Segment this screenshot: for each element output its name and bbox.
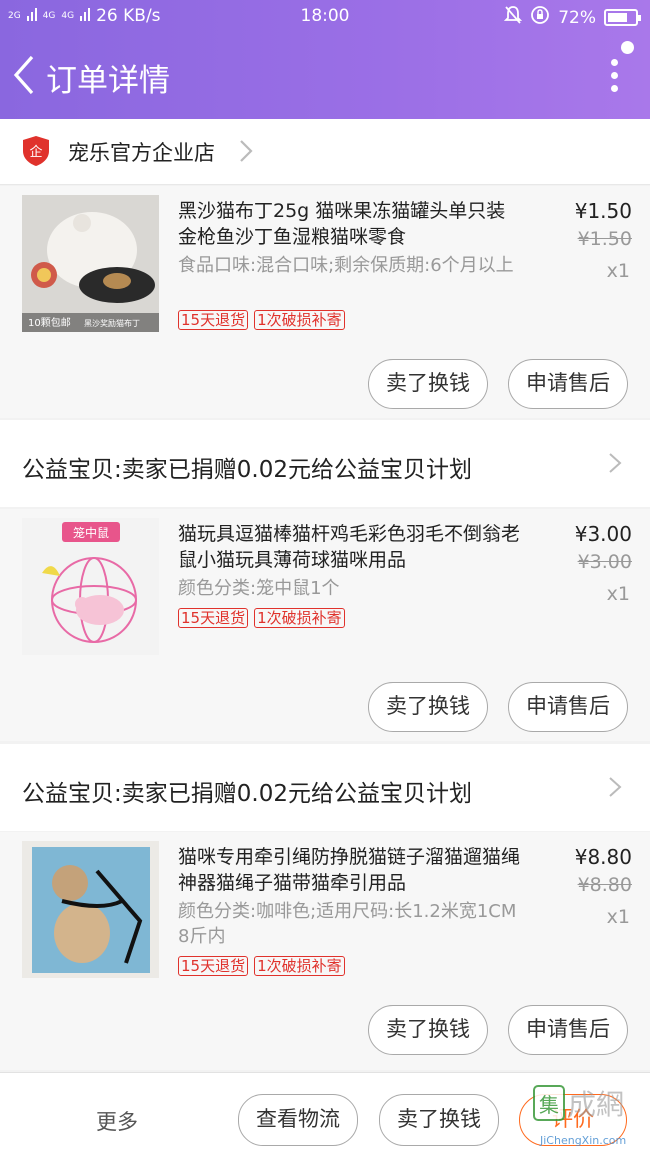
- product-sku: 食品口味:混合口味;剩余保质期:6个月以上: [178, 255, 514, 276]
- product-price: ¥8.80: [574, 845, 632, 869]
- store-name: 宠乐官方企业店: [68, 141, 215, 165]
- product-sku: 颜色分类:咖啡色;适用尺码:长1.2米宽1CM 8斤内: [178, 901, 517, 947]
- product-name[interactable]: 黑沙猫布丁25g 猫咪果冻猫罐头单只装金枪鱼沙丁鱼湿粮猫咪零食: [178, 198, 523, 250]
- original-price: ¥3.00: [577, 551, 632, 573]
- sell-button[interactable]: 卖了换钱: [368, 1005, 488, 1055]
- watermark: 集 成網 JiChengXin.com: [532, 1082, 650, 1152]
- order-item: 10颗包邮 黑沙奖励猫布丁 黑沙猫布丁25g 猫咪果冻猫罐头单只装金枪鱼沙丁鱼湿…: [0, 186, 650, 418]
- chevron-right-icon: [608, 452, 622, 474]
- original-price: ¥1.50: [577, 228, 632, 250]
- damage-tag: 1次破损补寄: [254, 310, 345, 330]
- rotation-lock-icon: [530, 5, 550, 30]
- sell-button[interactable]: 卖了换钱: [379, 1094, 499, 1146]
- product-price: ¥3.00: [574, 522, 632, 546]
- aftersale-button[interactable]: 申请售后: [508, 359, 628, 409]
- thumb-caption: 笼中鼠: [73, 525, 109, 540]
- return-tag: 15天退货: [178, 608, 249, 628]
- aftersale-button[interactable]: 申请售后: [508, 682, 628, 732]
- sell-button[interactable]: 卖了换钱: [368, 359, 488, 409]
- charity-row[interactable]: 公益宝贝:卖家已捐赠0.02元给公益宝贝计划: [0, 744, 650, 831]
- more-menu-button[interactable]: [608, 59, 620, 95]
- damage-tag: 1次破损补寄: [254, 608, 345, 628]
- return-tag: 15天退货: [178, 956, 249, 976]
- quantity: x1: [606, 906, 630, 928]
- store-shield-icon: 企: [22, 135, 50, 167]
- chevron-right-icon: [608, 776, 622, 798]
- top-bar: 2G 4G 4G 26 KB/s 18:00 72% 订单详情: [0, 0, 650, 119]
- charity-text: 公益宝贝:卖家已捐赠0.02元给公益宝贝计划: [22, 781, 472, 807]
- product-image[interactable]: 笼中鼠: [22, 518, 159, 655]
- chevron-left-icon: [13, 55, 34, 95]
- svg-text:成網: 成網: [568, 1088, 624, 1121]
- battery-icon: [604, 9, 641, 26]
- product-sku: 颜色分类:笼中鼠1个: [178, 578, 340, 599]
- svg-text:集: 集: [539, 1093, 559, 1117]
- thumb-caption: 黑沙奖励猫布丁: [84, 318, 140, 328]
- page-title: 订单详情: [46, 63, 170, 99]
- product-price: ¥1.50: [574, 199, 632, 223]
- product-image[interactable]: 10颗包邮 黑沙奖励猫布丁: [22, 195, 159, 332]
- quantity: x1: [606, 583, 630, 605]
- store-logo-text: 企: [29, 144, 42, 160]
- mute-bell-icon: [504, 5, 523, 30]
- order-item: 笼中鼠 猫玩具逗猫棒猫杆鸡毛彩色羽毛不倒翁老鼠小猫玩具薄荷球猫咪用品 颜色分类:…: [0, 509, 650, 741]
- notification-dot: [621, 41, 634, 54]
- more-button[interactable]: 更多: [96, 1106, 138, 1136]
- damage-tag: 1次破损补寄: [254, 956, 345, 976]
- store-row[interactable]: 企 宠乐官方企业店: [0, 119, 650, 185]
- product-name[interactable]: 猫咪专用牵引绳防挣脱猫链子溜猫遛猫绳神器猫绳子猫带猫牵引用品: [178, 844, 523, 896]
- quantity: x1: [606, 260, 630, 282]
- battery-percent: 72%: [558, 7, 596, 28]
- view-logistics-button[interactable]: 查看物流: [238, 1094, 358, 1146]
- original-price: ¥8.80: [577, 874, 632, 896]
- return-tag: 15天退货: [178, 310, 249, 330]
- header: 订单详情: [0, 33, 650, 119]
- sell-button[interactable]: 卖了换钱: [368, 682, 488, 732]
- charity-row[interactable]: 公益宝贝:卖家已捐赠0.02元给公益宝贝计划: [0, 420, 650, 507]
- thumb-caption: 10颗包邮: [28, 316, 71, 329]
- product-image[interactable]: [22, 841, 159, 978]
- aftersale-button[interactable]: 申请售后: [508, 1005, 628, 1055]
- order-item: 猫咪专用牵引绳防挣脱猫链子溜猫遛猫绳神器猫绳子猫带猫牵引用品 颜色分类:咖啡色;…: [0, 832, 650, 1070]
- watermark-sub: JiChengXin.com: [539, 1134, 626, 1147]
- chevron-right-icon: [238, 139, 254, 163]
- back-button[interactable]: [10, 53, 40, 97]
- charity-text: 公益宝贝:卖家已捐赠0.02元给公益宝贝计划: [22, 457, 472, 483]
- status-bar: 2G 4G 4G 26 KB/s 18:00 72%: [0, 0, 650, 33]
- product-name[interactable]: 猫玩具逗猫棒猫杆鸡毛彩色羽毛不倒翁老鼠小猫玩具薄荷球猫咪用品: [178, 521, 523, 573]
